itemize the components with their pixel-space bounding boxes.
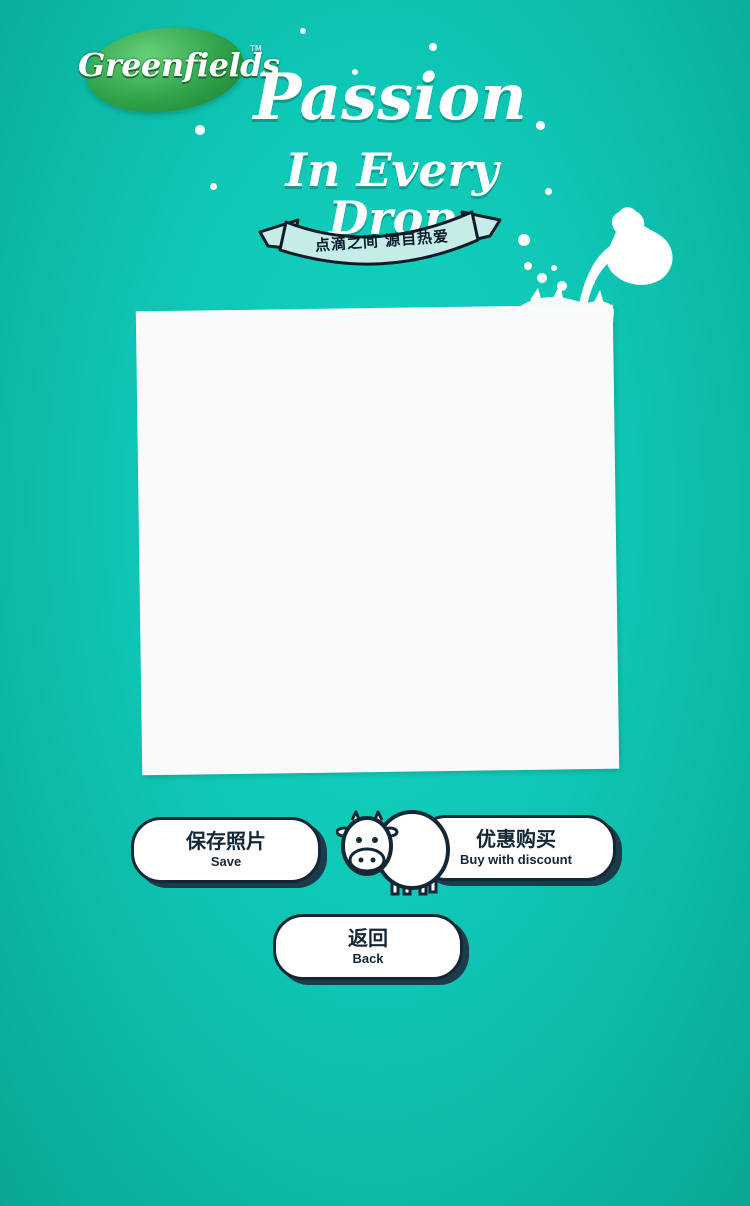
save-photo-button[interactable]: 保存照片 Save <box>131 817 321 883</box>
save-button-label-cn: 保存照片 <box>186 829 266 853</box>
back-button[interactable]: 返回 Back <box>273 914 463 980</box>
logo-trademark: TM <box>250 44 262 53</box>
decor-dot <box>195 125 205 135</box>
decor-dot <box>210 183 217 190</box>
decor-dot <box>429 43 437 51</box>
decor-dot <box>536 121 545 130</box>
cow-icon <box>335 804 452 900</box>
decor-dot <box>300 28 306 34</box>
save-button-label-en: Save <box>210 854 242 869</box>
headline-passion: Passion <box>253 60 527 135</box>
back-button-label-en: Back <box>352 951 384 966</box>
photo-frame <box>135 304 620 776</box>
logo-text: Greenfields <box>78 46 280 84</box>
back-button-label-cn: 返回 <box>348 926 388 950</box>
greenfields-logo: Greenfields TM <box>78 19 280 121</box>
slogan-ribbon: 点滴之间 源自热爱 <box>258 206 502 278</box>
